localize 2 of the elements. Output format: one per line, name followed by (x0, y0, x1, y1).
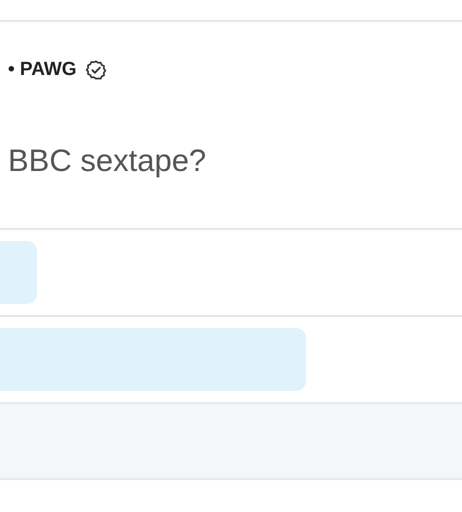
author-name: • PAWG (8, 59, 77, 81)
post-text: BBC sextape? (8, 143, 208, 179)
